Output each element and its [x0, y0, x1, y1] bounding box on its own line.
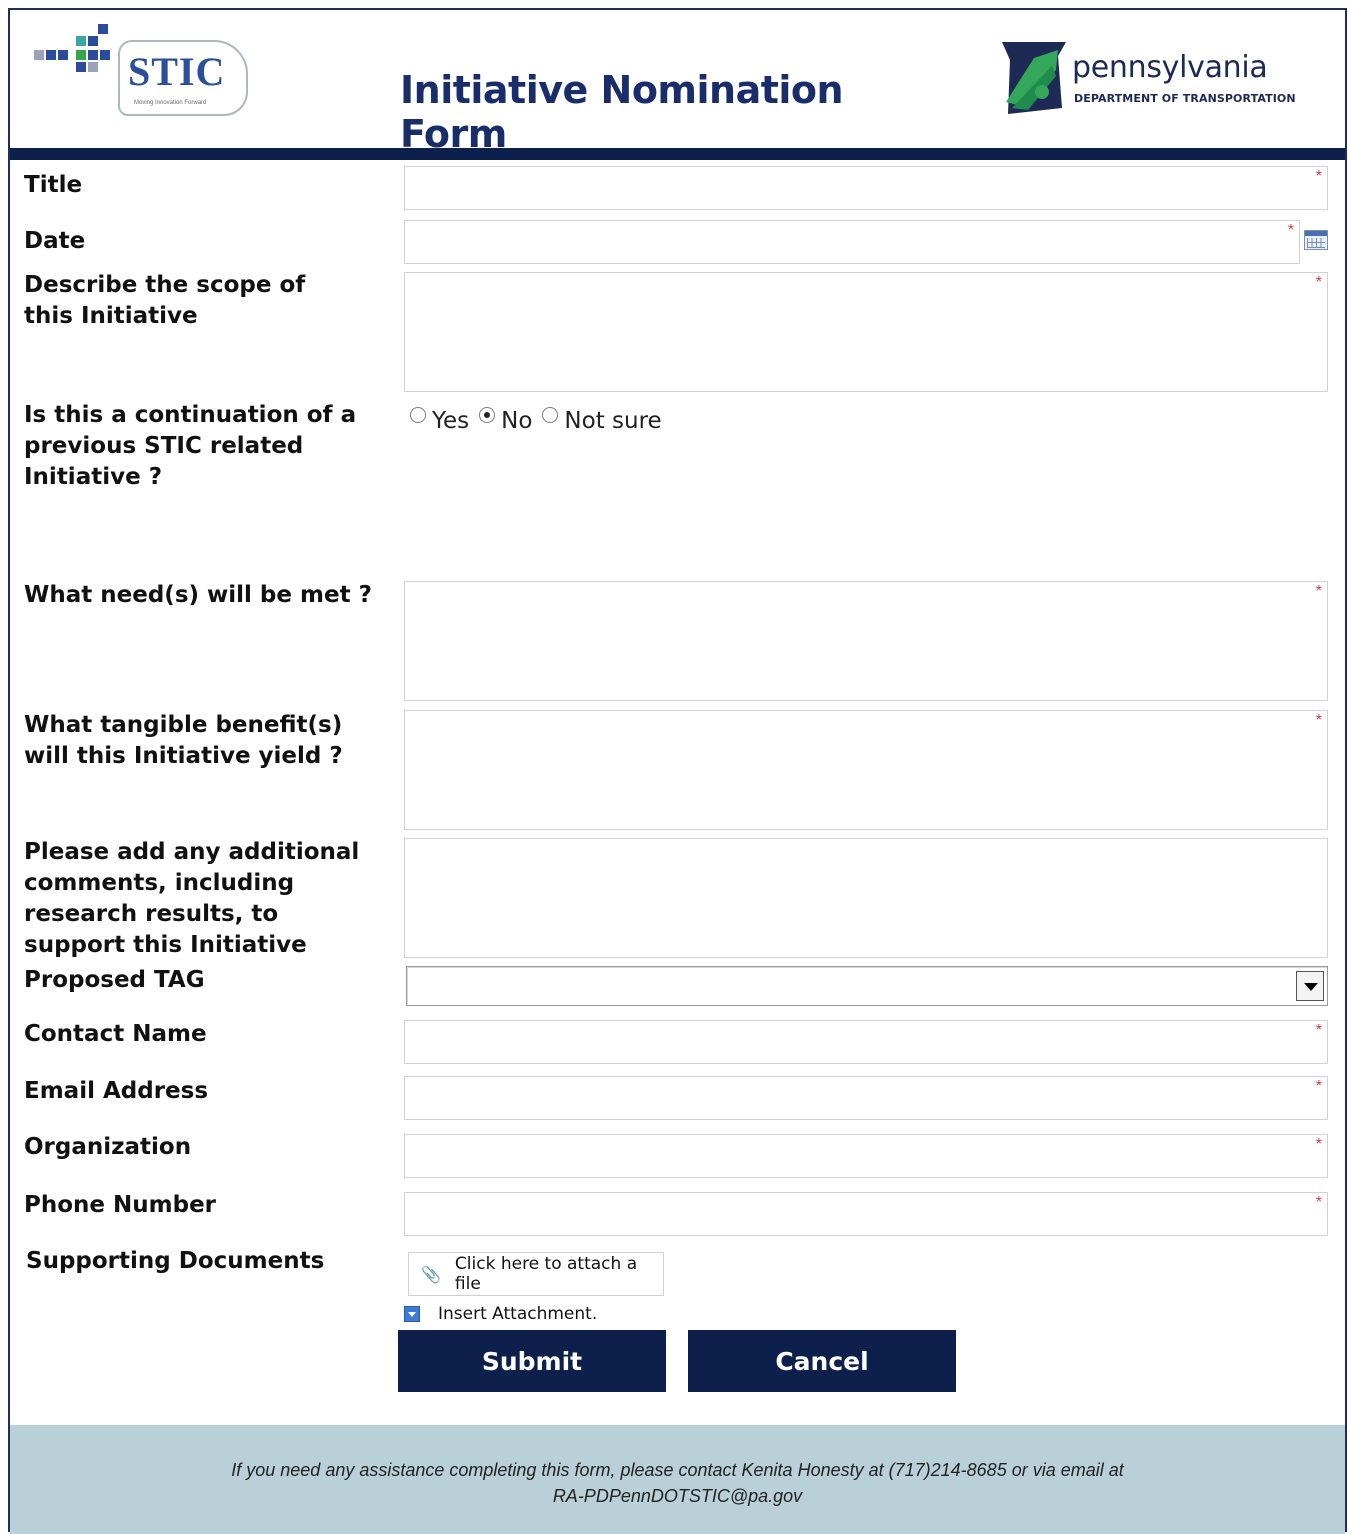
organization-label: Organization	[24, 1134, 192, 1160]
contact-name-label: Contact Name	[24, 1021, 207, 1047]
email-input[interactable]: *	[404, 1076, 1328, 1120]
tag-select[interactable]	[406, 966, 1328, 1006]
title-input[interactable]: *	[404, 166, 1328, 210]
radio-yes-label[interactable]: Yes	[432, 408, 469, 434]
comments-textarea[interactable]	[404, 838, 1328, 958]
radio-not-sure-label[interactable]: Not sure	[564, 408, 661, 434]
organization-input[interactable]: *	[404, 1134, 1328, 1178]
help-footer: If you need any assistance completing th…	[10, 1425, 1345, 1534]
radio-no-label[interactable]: No	[501, 408, 532, 434]
calendar-icon[interactable]	[1304, 230, 1328, 250]
chevron-down-icon[interactable]	[1296, 971, 1324, 1001]
page-title: Initiative Nomination Form	[400, 68, 844, 156]
stic-logo-text: STIC	[128, 49, 226, 94]
continuation-label: Is this a continuation of a previous STI…	[24, 402, 357, 490]
penndot-logo: pennsylvania DEPARTMENT OF TRANSPORTATIO…	[990, 36, 1320, 126]
stic-squares-icon	[34, 24, 114, 84]
date-label: Date	[24, 228, 86, 254]
help-text-line-1: If you need any assistance completing th…	[231, 1460, 1124, 1480]
penndot-name: pennsylvania	[1072, 50, 1268, 85]
insert-attachment-label[interactable]: Insert Attachment.	[438, 1304, 597, 1324]
required-marker: *	[1315, 712, 1322, 729]
scope-label: Describe the scope of this Initiative	[24, 272, 306, 329]
header-divider-bar	[10, 148, 1345, 160]
phone-label: Phone Number	[24, 1192, 217, 1218]
radio-yes[interactable]	[410, 407, 426, 423]
attach-file-label: Click here to attach a file	[454, 1254, 638, 1294]
stic-logo-tagline: Moving Innovation Forward	[134, 100, 207, 106]
required-marker: *	[1315, 583, 1322, 600]
required-marker: *	[1315, 1136, 1322, 1153]
form-header: STIC Moving Innovation Forward Initiativ…	[10, 10, 1345, 156]
keystone-icon	[1002, 42, 1066, 114]
supporting-documents-label: Supporting Documents	[26, 1248, 325, 1274]
form-frame: STIC Moving Innovation Forward Initiativ…	[8, 8, 1347, 1534]
needs-label: What need(s) will be met ?	[24, 582, 372, 608]
continuation-radio-group: Yes No Not sure	[410, 406, 672, 436]
radio-not-sure[interactable]	[542, 407, 559, 423]
stic-logo: STIC Moving Innovation Forward	[34, 24, 254, 120]
required-marker: *	[1287, 222, 1294, 239]
required-marker: *	[1315, 168, 1322, 185]
date-input[interactable]: *	[404, 220, 1300, 264]
benefits-textarea[interactable]: *	[404, 710, 1328, 830]
radio-no[interactable]	[479, 407, 496, 423]
expand-arrow-icon[interactable]	[404, 1306, 420, 1322]
help-email[interactable]: RA-PDPennDOTSTIC@pa.gov	[70, 1483, 1285, 1509]
paperclip-icon: 📎	[421, 1264, 441, 1284]
attach-file-button[interactable]: 📎 Click here to attach a file	[408, 1252, 664, 1296]
required-marker: *	[1315, 1022, 1322, 1039]
help-text: If you need any assistance completing th…	[70, 1457, 1285, 1509]
needs-textarea[interactable]: *	[404, 581, 1328, 701]
stic-badge: STIC Moving Innovation Forward	[118, 40, 248, 116]
scope-textarea[interactable]: *	[404, 272, 1328, 392]
submit-button[interactable]: Submit	[398, 1330, 666, 1392]
email-label: Email Address	[24, 1078, 209, 1104]
insert-attachment-row[interactable]: Insert Attachment.	[404, 1304, 597, 1324]
penndot-department: DEPARTMENT OF TRANSPORTATION	[1074, 92, 1296, 105]
benefits-label: What tangible benefit(s) will this Initi…	[24, 712, 343, 769]
required-marker: *	[1315, 1194, 1322, 1211]
contact-name-input[interactable]: *	[404, 1020, 1328, 1064]
required-marker: *	[1315, 1078, 1322, 1095]
title-label: Title	[24, 172, 83, 198]
phone-input[interactable]: *	[404, 1192, 1328, 1236]
required-marker: *	[1315, 274, 1322, 291]
comments-label: Please add any additional comments, incl…	[24, 839, 360, 958]
tag-label: Proposed TAG	[24, 967, 205, 993]
cancel-button[interactable]: Cancel	[688, 1330, 956, 1392]
